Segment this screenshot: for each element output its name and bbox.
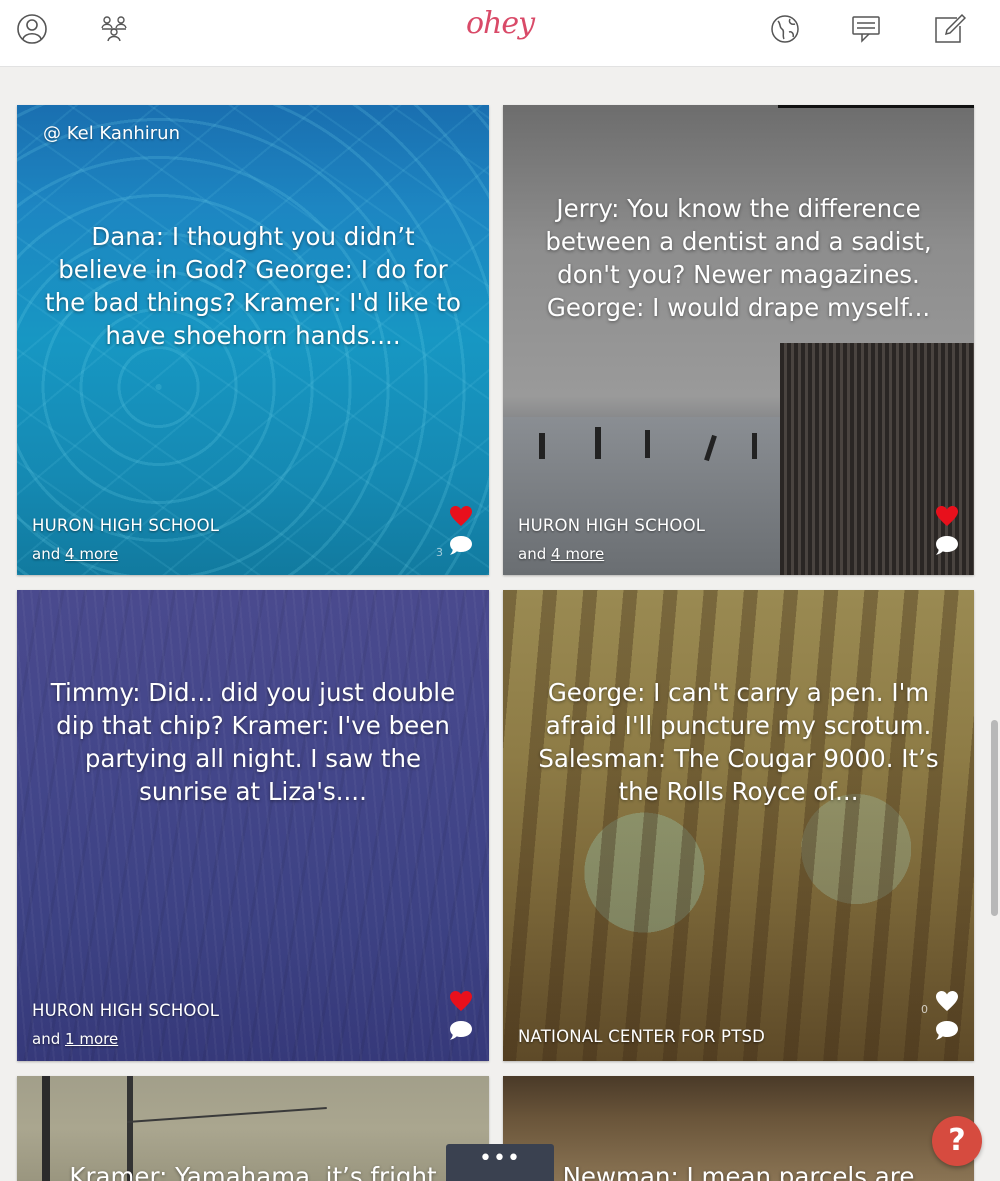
post-quote: Dana: I thought you didn’t believe in Go… <box>45 222 461 350</box>
pier-post <box>595 427 601 459</box>
post-quote: Jerry: You know the difference between a… <box>545 194 932 322</box>
comment-icon[interactable] <box>935 1020 959 1041</box>
heart-icon[interactable] <box>449 990 473 1012</box>
post-organization: HURON HIGH SCHOOL <box>32 1001 220 1020</box>
scrollbar-thumb[interactable] <box>991 720 998 916</box>
power-line <box>127 1107 327 1123</box>
pier-post <box>752 433 757 459</box>
heart-icon[interactable] <box>935 990 959 1012</box>
more-orgs-link[interactable]: 4 more <box>65 545 118 563</box>
help-button[interactable]: ? <box>932 1116 982 1166</box>
post-quote: Newman: I mean parcels are rarely <box>562 1162 915 1181</box>
post-organization: NATIONAL CENTER FOR PTSD <box>518 1027 766 1046</box>
more-options-tab[interactable]: ••• <box>446 1144 554 1181</box>
globe-icon[interactable] <box>768 12 802 46</box>
groups-icon[interactable] <box>97 12 131 46</box>
post-card[interactable]: @ Kel Kanhirun Dana: I thought you didn’… <box>17 105 489 575</box>
post-card[interactable]: George: I can't carry a pen. I'm afraid … <box>503 590 974 1061</box>
post-card[interactable]: Kramer: Yamahama, it’s fright <box>17 1076 489 1181</box>
ohey-logo[interactable]: ohey <box>450 6 550 41</box>
messages-icon[interactable] <box>850 12 884 46</box>
like-count: 0 <box>921 1003 928 1016</box>
post-card[interactable]: Jerry: You know the difference between a… <box>503 105 974 575</box>
post-author[interactable]: @ Kel Kanhirun <box>43 123 180 144</box>
comment-count: 3 <box>436 546 443 559</box>
post-card[interactable]: Newman: I mean parcels are rarely <box>503 1076 974 1181</box>
more-prefix: and <box>518 545 547 563</box>
more-prefix: and <box>32 1030 61 1048</box>
post-card[interactable]: Timmy: Did... did you just double dip th… <box>17 590 489 1061</box>
post-quote: George: I can't carry a pen. I'm afraid … <box>538 678 939 806</box>
image-edge <box>778 105 974 108</box>
heart-icon[interactable] <box>935 505 959 527</box>
post-organization: HURON HIGH SCHOOL <box>518 516 706 535</box>
comment-icon[interactable] <box>935 535 959 556</box>
compose-icon[interactable] <box>932 12 966 46</box>
profile-icon[interactable] <box>15 12 49 46</box>
post-more-orgs: and 4 more <box>32 545 118 563</box>
post-more-orgs: and 4 more <box>518 545 604 563</box>
comment-icon[interactable] <box>449 1020 473 1041</box>
post-organization: HURON HIGH SCHOOL <box>32 516 220 535</box>
more-orgs-link[interactable]: 4 more <box>551 545 604 563</box>
pier-post <box>645 430 650 458</box>
more-prefix: and <box>32 545 61 563</box>
post-quote: Kramer: Yamahama, it’s fright <box>69 1162 437 1181</box>
pier-post <box>539 433 545 459</box>
heart-icon[interactable] <box>449 505 473 527</box>
comment-icon[interactable] <box>449 535 473 556</box>
post-more-orgs: and 1 more <box>32 1030 118 1048</box>
top-nav-bar: ohey <box>0 0 1000 67</box>
more-orgs-link[interactable]: 1 more <box>65 1030 118 1048</box>
post-quote: Timmy: Did... did you just double dip th… <box>50 678 456 806</box>
